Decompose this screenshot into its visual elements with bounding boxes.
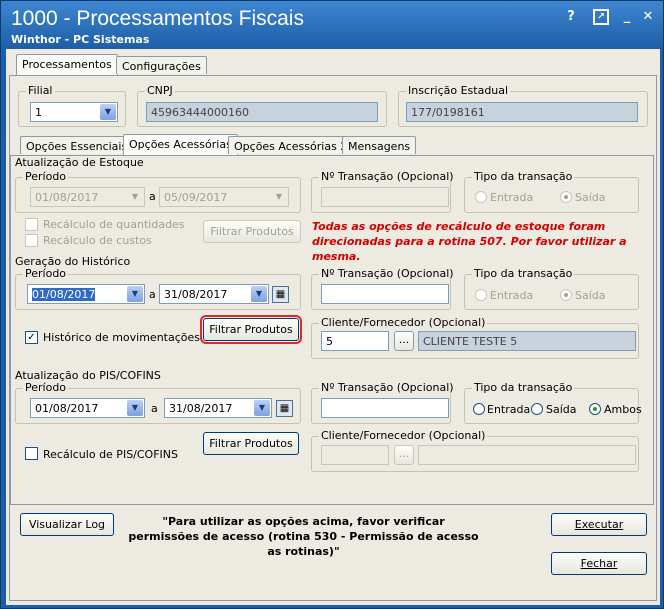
historico-cliente-label: Cliente/Fornecedor (Opcional) — [319, 316, 488, 329]
pis-entrada-label: Entrada — [487, 403, 531, 416]
historico-cliente-lookup-button[interactable]: ... — [394, 331, 414, 351]
ie-label: Inscrição Estadual — [406, 84, 511, 97]
visualizar-log-button[interactable]: Visualizar Log — [20, 513, 114, 536]
chevron-down-icon[interactable]: ▼ — [251, 286, 267, 302]
historico-ntrans-label: Nº Transação (Opcional) — [319, 267, 456, 280]
filial-select[interactable]: 1 ▼ — [30, 102, 118, 122]
estoque-saida-label: Saída — [575, 191, 606, 204]
pis-ntrans-input[interactable] — [321, 398, 449, 418]
historico-saida-radio — [560, 289, 572, 301]
client-area: Processamentos Configurações Filial 1 ▼ C… — [6, 49, 660, 605]
estoque-date-from: 01/08/2017 ▼ — [30, 187, 145, 207]
pis-cliente-name — [418, 445, 636, 465]
pis-ambos-label: Ambos — [604, 403, 642, 416]
tab-opcoes-essenciais[interactable]: Opções Essenciais — [20, 136, 134, 154]
executar-button[interactable]: Executar — [551, 513, 647, 536]
pis-filtrar-button[interactable]: Filtrar Produtos — [203, 432, 299, 455]
pis-tipo-label: Tipo da transação — [472, 381, 575, 394]
recalc-warning: Todas as opções de recálculo de estoque … — [312, 220, 627, 263]
estoque-date-to: 05/09/2017 ▼ — [159, 187, 289, 207]
chevron-down-icon[interactable]: ▼ — [127, 286, 143, 302]
tab-opcoes-acessorias[interactable]: Opções Acessórias — [123, 134, 238, 156]
window-title: 1000 - Processamentos Fiscais — [11, 7, 304, 30]
calendar-icon[interactable]: ▦ — [272, 286, 289, 303]
pis-entrada-radio[interactable] — [473, 403, 485, 415]
estoque-periodo-label: Período — [23, 170, 69, 183]
tab-configuracoes[interactable]: Configurações — [116, 56, 207, 74]
historico-cliente-code[interactable]: 5 — [321, 331, 389, 351]
chevron-down-icon[interactable]: ▼ — [100, 104, 116, 120]
historico-cliente-name: CLIENTE TESTE 5 — [418, 331, 636, 351]
pis-date-from[interactable]: 01/08/2017 ▼ — [30, 398, 145, 418]
pis-date-to[interactable]: 31/08/2017 ▼ — [164, 398, 272, 418]
minimize-icon[interactable]: _ — [619, 9, 635, 25]
chevron-down-icon[interactable]: ▼ — [127, 400, 143, 416]
recalc-custos-checkbox — [25, 234, 38, 247]
window-subtitle: Winthor - PC Sistemas — [11, 33, 150, 46]
historico-filtrar-button[interactable]: Filtrar Produtos — [200, 315, 302, 344]
maximize-icon[interactable]: ↗ — [593, 9, 609, 25]
filial-label: Filial — [26, 84, 55, 97]
close-icon[interactable]: ✕ — [640, 9, 656, 25]
pis-saida-label: Saída — [546, 403, 577, 416]
estoque-ntrans-input — [321, 187, 449, 207]
pis-ntrans-label: Nº Transação (Opcional) — [319, 381, 456, 394]
estoque-entrada-radio — [475, 191, 487, 203]
estoque-entrada-label: Entrada — [490, 191, 534, 204]
recalc-qtd-checkbox — [25, 218, 38, 231]
title-bar[interactable]: 1000 - Processamentos Fiscais Winthor - … — [1, 1, 663, 49]
estoque-section-title: Atualização de Estoque — [15, 156, 144, 169]
historico-entrada-radio — [475, 289, 487, 301]
pis-a-label: a — [151, 402, 158, 415]
estoque-filtrar-button: Filtrar Produtos — [203, 220, 301, 243]
pis-cliente-label: Cliente/Fornecedor (Opcional) — [319, 429, 488, 442]
ie-field: 177/0198161 — [406, 102, 638, 122]
historico-saida-label: Saída — [575, 289, 606, 302]
hist-mov-checkbox[interactable]: ✓ — [25, 331, 38, 344]
estoque-saida-radio — [560, 191, 572, 203]
recalc-custos-label: Recálculo de custos — [43, 234, 152, 247]
permissions-note: "Para utilizar as opções acima, favor ve… — [128, 515, 479, 558]
pis-periodo-label: Período — [23, 381, 69, 394]
pis-cliente-lookup-button: ... — [394, 445, 414, 465]
estoque-a-label: a — [149, 190, 156, 203]
pis-cliente-code — [321, 445, 389, 465]
recalc-pis-label: Recálculo de PIS/COFINS — [43, 448, 178, 461]
tab-mensagens[interactable]: Mensagens — [342, 136, 417, 154]
estoque-ntrans-label: Nº Transação (Opcional) — [319, 170, 456, 183]
historico-entrada-label: Entrada — [490, 289, 534, 302]
historico-date-to[interactable]: 31/08/2017 ▼ — [159, 284, 269, 304]
tab-opcoes-acessorias-2[interactable]: Opções Acessórias 2 — [228, 136, 354, 154]
historico-tipo-label: Tipo da transação — [472, 267, 575, 280]
hist-mov-label: Histórico de movimentações — [43, 331, 200, 344]
help-icon[interactable]: ? — [563, 9, 579, 25]
main-window: 1000 - Processamentos Fiscais Winthor - … — [0, 0, 664, 609]
chevron-down-icon: ▼ — [271, 189, 287, 205]
chevron-down-icon: ▼ — [127, 189, 143, 205]
historico-periodo-label: Período — [23, 267, 69, 280]
historico-ntrans-input[interactable] — [321, 284, 449, 304]
recalc-pis-checkbox[interactable] — [25, 447, 38, 460]
tab-processamentos[interactable]: Processamentos — [16, 54, 118, 76]
historico-date-from[interactable]: 01/08/2017 ▼ — [27, 284, 145, 304]
estoque-tipo-label: Tipo da transação — [472, 170, 575, 183]
recalc-qtd-label: Recálculo de quantidades — [43, 218, 185, 231]
historico-a-label: a — [149, 288, 156, 301]
pis-ambos-radio[interactable] — [589, 403, 601, 415]
fechar-button[interactable]: Fechar — [551, 552, 647, 575]
chevron-down-icon[interactable]: ▼ — [254, 400, 270, 416]
cnpj-field: 45963444000160 — [146, 102, 378, 122]
cnpj-label: CNPJ — [145, 84, 175, 97]
calendar-icon[interactable]: ▦ — [276, 400, 293, 417]
pis-saida-radio[interactable] — [531, 403, 543, 415]
